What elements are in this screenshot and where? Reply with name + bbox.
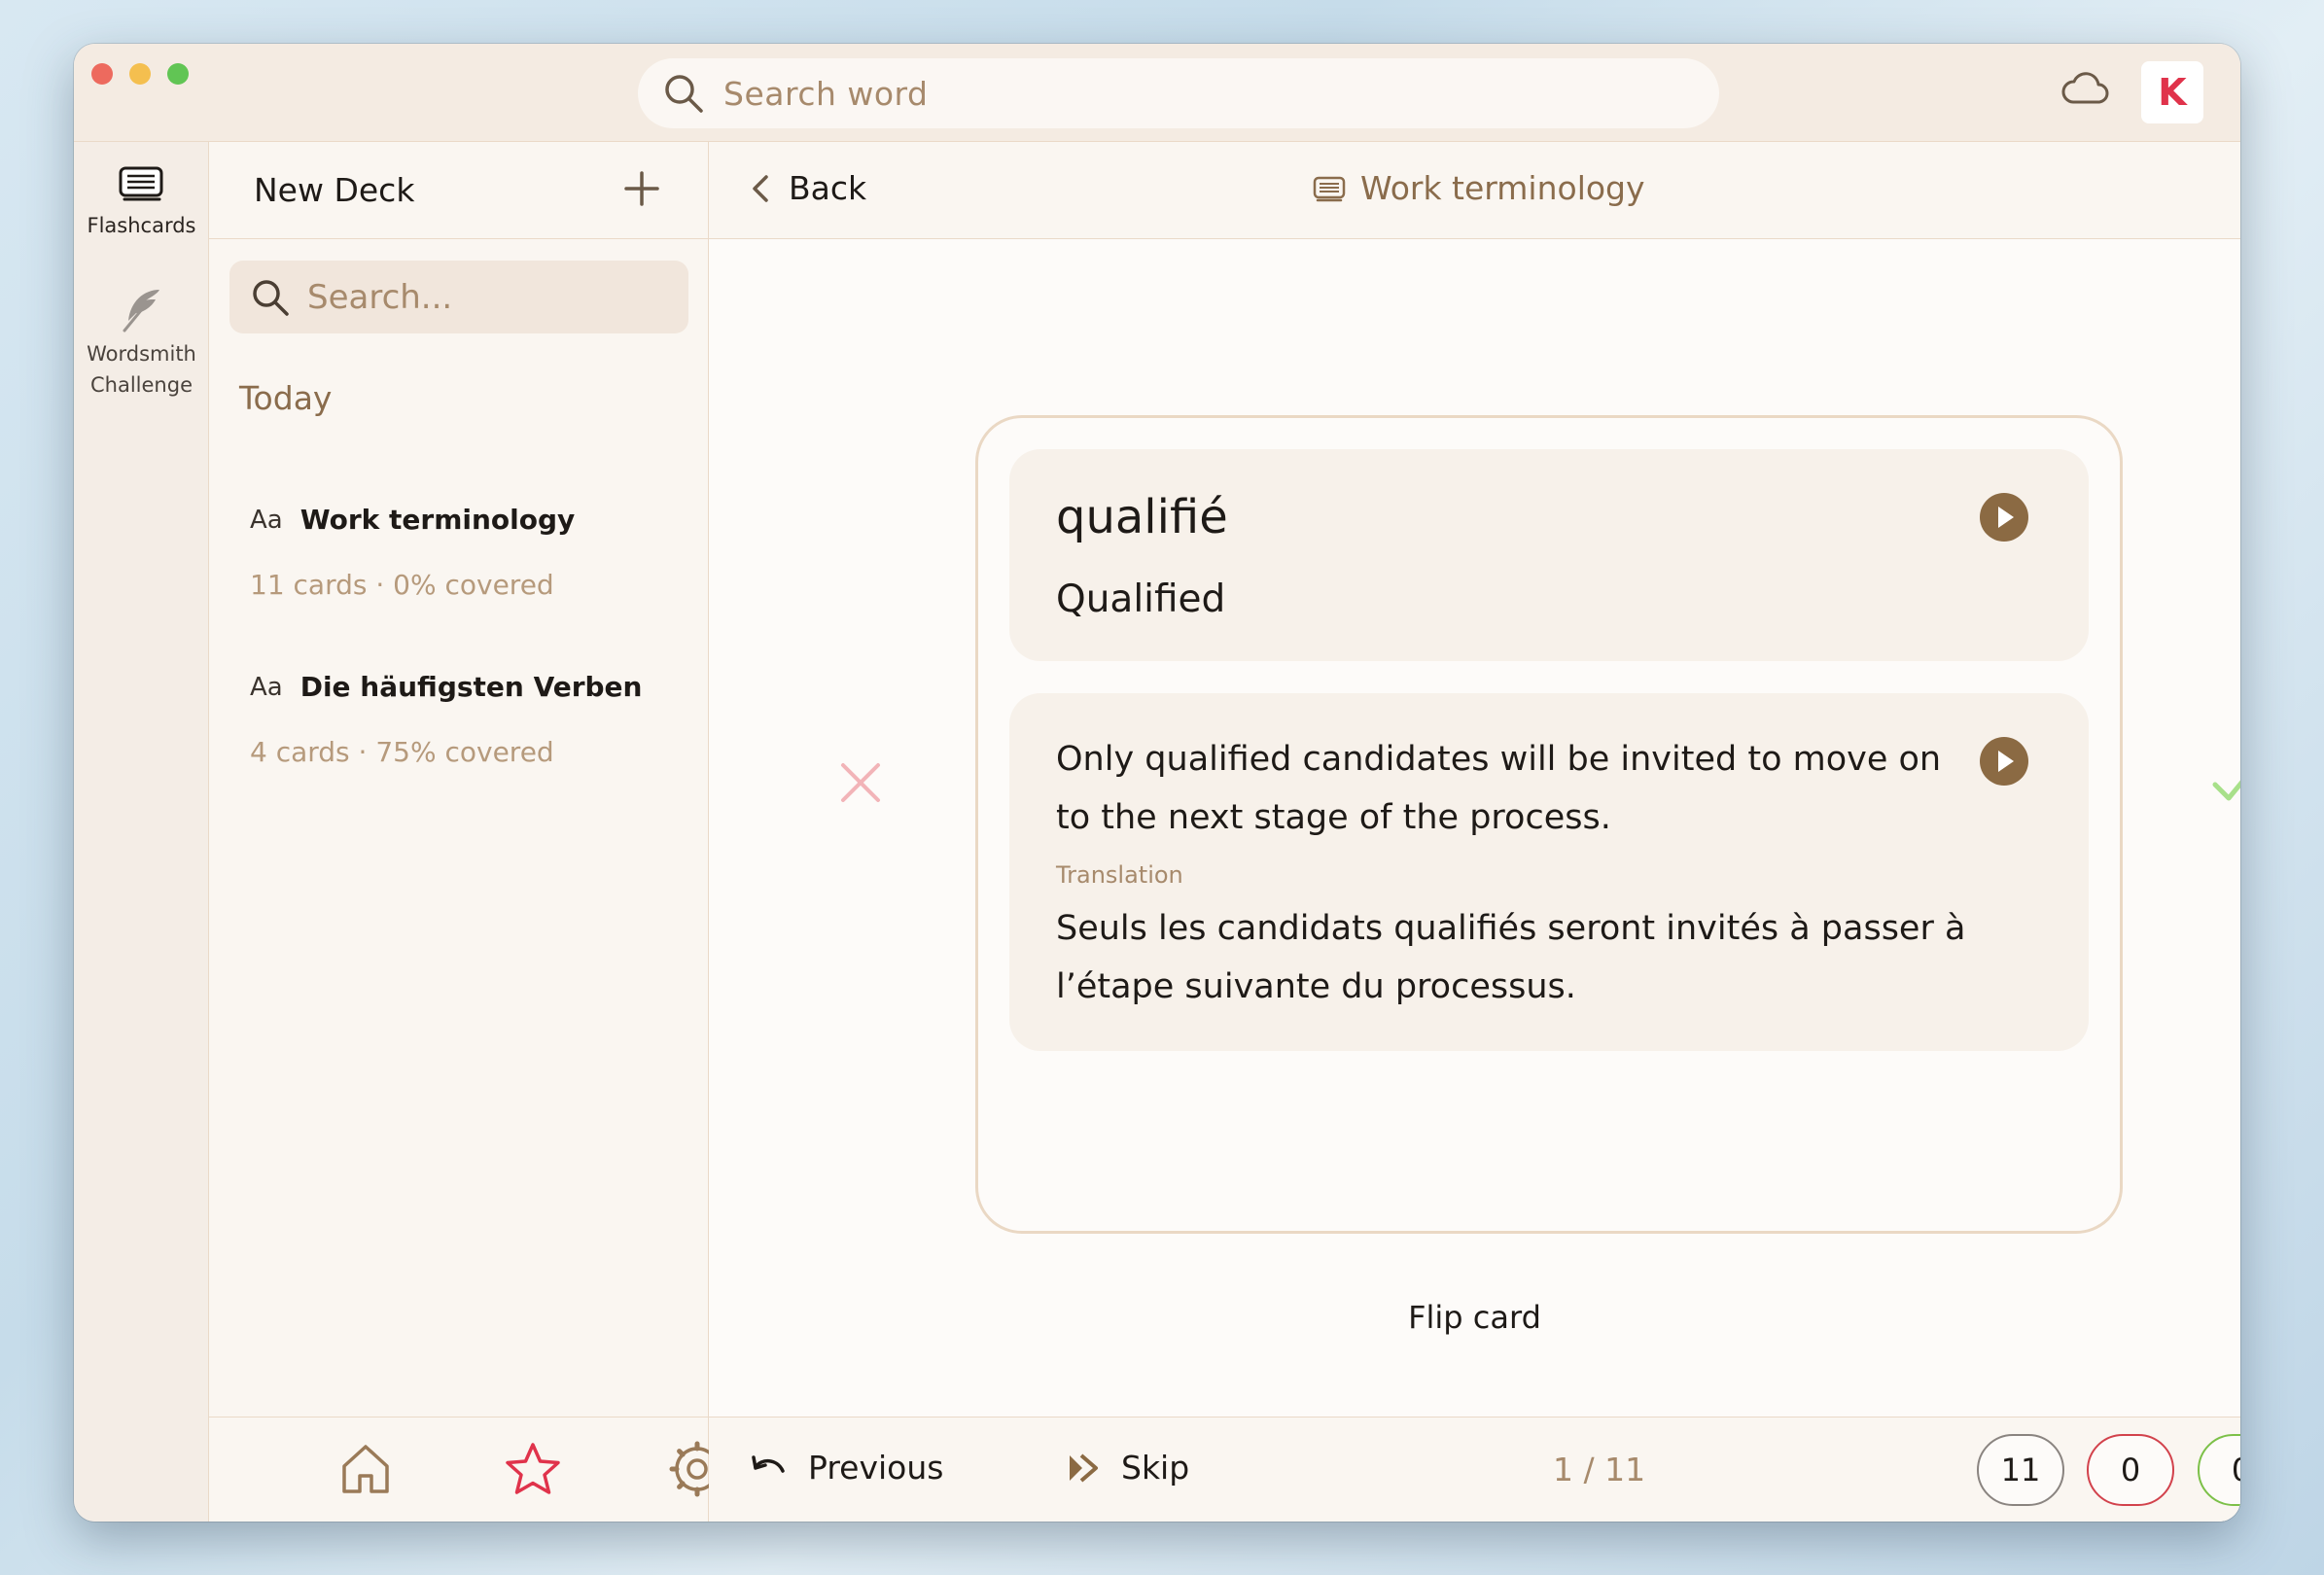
rail-item-wordsmith[interactable]: Wordsmith Challenge — [74, 284, 209, 401]
rail-item-flashcards[interactable]: Flashcards — [74, 163, 209, 241]
skip-label: Skip — [1121, 1449, 1190, 1487]
card-counter: 1 / 11 — [1553, 1451, 1646, 1488]
deck-panel-toolbar — [209, 1417, 725, 1522]
play-word-audio-icon[interactable] — [1980, 493, 2028, 542]
flip-card-button[interactable]: Flip card — [709, 1299, 2240, 1336]
text-type-icon: Aa — [250, 672, 283, 702]
skip-forward-icon — [1070, 1452, 1098, 1483]
card-translation: Qualified — [1056, 578, 1226, 621]
feather-icon — [123, 290, 159, 332]
accept-check-icon[interactable] — [2211, 759, 2240, 806]
star-icon[interactable] — [503, 1441, 563, 1497]
nav-rail: Flashcards Wordsmith Challenge — [74, 142, 209, 1522]
deck-breadcrumb: Work terminology — [1312, 169, 1645, 207]
play-example-audio-icon[interactable] — [1980, 737, 2028, 786]
total-cards-badge: 11 — [1977, 1434, 2064, 1506]
word-section: qualifié Qualified — [1009, 449, 2089, 661]
word-search-bar[interactable]: Search word — [638, 58, 1719, 128]
zoom-window-button[interactable] — [167, 63, 189, 85]
word-search-placeholder: Search word — [723, 74, 929, 113]
deck-item-work-terminology[interactable]: Aa Work terminology 11 cards · 0% covere… — [250, 504, 687, 601]
deck-item-haufigsten-verben[interactable]: Aa Die häufigsten Verben 4 cards · 75% c… — [250, 671, 687, 768]
app-window: Search word K Flashcards Wordsmith Chall… — [74, 44, 2240, 1522]
example-sentence: Only qualified candidates will be invite… — [1056, 740, 1942, 837]
example-section: Only qualified candidates will be invite… — [1009, 693, 2089, 1051]
deck-panel-header: New Deck — [209, 142, 708, 239]
deck-search-input[interactable]: Search... — [229, 261, 688, 333]
study-footer: Previous Skip 1 / 11 11 0 0 — [709, 1417, 2240, 1522]
new-deck-title: New Deck — [254, 171, 415, 209]
example-translation: Seuls les candidats qualifiés seront inv… — [1056, 909, 1966, 1006]
close-window-button[interactable] — [91, 63, 113, 85]
right-count-badge: 0 — [2198, 1434, 2240, 1506]
flashcard[interactable]: qualifié Qualified Only qualified candid… — [975, 415, 2123, 1234]
deck-panel: New Deck Search... Today Aa Work termino… — [209, 142, 725, 1522]
back-button[interactable]: Back — [750, 169, 866, 207]
deck-meta: 4 cards · 75% covered — [250, 736, 554, 768]
reject-x-icon[interactable] — [837, 759, 884, 806]
deck-search-placeholder: Search... — [307, 277, 453, 317]
minimize-window-button[interactable] — [129, 63, 151, 85]
undo-icon — [752, 1454, 785, 1473]
search-icon — [665, 75, 703, 113]
rail-item-label: Wordsmith Challenge — [87, 342, 196, 397]
deck-icon — [1313, 176, 1346, 201]
previous-button[interactable]: Previous — [750, 1449, 943, 1487]
chevron-left-icon — [753, 174, 768, 202]
cards-icon — [119, 166, 162, 201]
avatar[interactable]: K — [2141, 61, 2203, 123]
card-word: qualifié — [1056, 490, 1228, 544]
deck-name: Die häufigsten Verben — [299, 671, 643, 703]
title-bar: Search word K — [74, 44, 2240, 142]
skip-button[interactable]: Skip — [1067, 1449, 1189, 1487]
translation-label: Translation — [1056, 861, 1183, 889]
rail-item-label: Flashcards — [87, 214, 196, 237]
home-icon[interactable] — [338, 1441, 393, 1497]
study-view: Back Work terminology qualifié Qualified… — [709, 142, 2240, 1522]
deck-name: Work terminology — [299, 504, 576, 536]
flip-card-label: Flip card — [1408, 1299, 1541, 1336]
add-deck-icon[interactable] — [622, 169, 661, 208]
text-type-icon: Aa — [250, 505, 283, 535]
previous-label: Previous — [808, 1449, 944, 1487]
search-icon — [253, 279, 289, 316]
section-label-today: Today — [239, 379, 333, 417]
back-label: Back — [789, 169, 867, 207]
study-header: Back Work terminology — [709, 142, 2240, 239]
cloud-sync-icon[interactable] — [2060, 69, 2110, 108]
wrong-count-badge: 0 — [2087, 1434, 2174, 1506]
deck-title: Work terminology — [1360, 169, 1645, 207]
deck-meta: 11 cards · 0% covered — [250, 569, 554, 601]
